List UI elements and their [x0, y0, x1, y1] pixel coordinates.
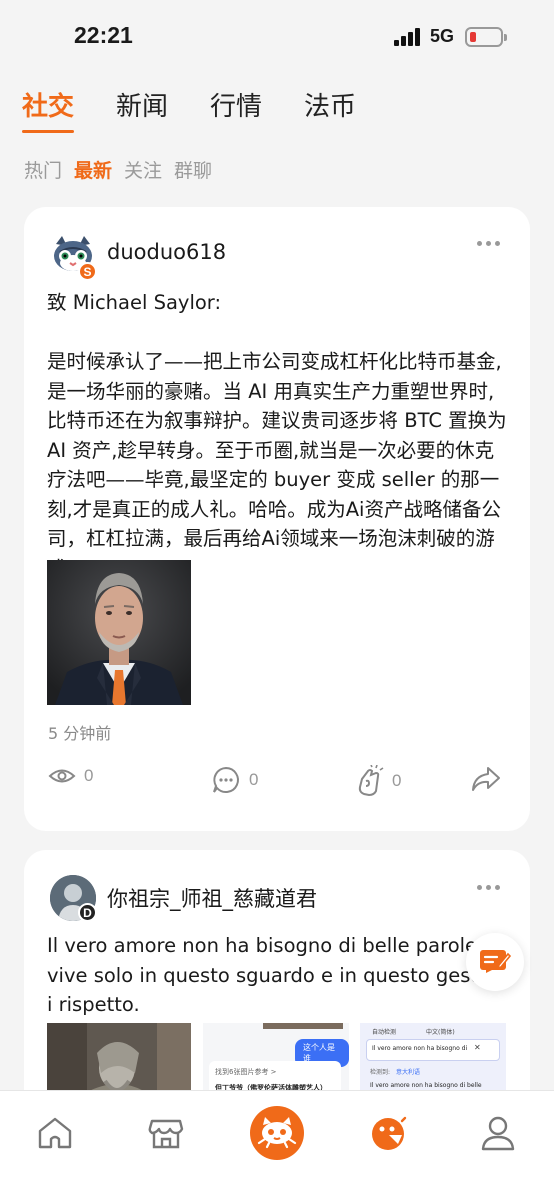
- battery-icon: [465, 27, 507, 47]
- more-options-icon[interactable]: [477, 241, 500, 246]
- subtab-group-chat[interactable]: 群聊: [174, 156, 212, 183]
- portrait-image: [47, 560, 191, 705]
- subtab-following[interactable]: 关注: [124, 156, 162, 183]
- post-username[interactable]: 你祖宗_师祖_慈藏道君: [107, 883, 317, 913]
- subtab-hot[interactable]: 热门: [24, 156, 62, 183]
- status-time: 22:21: [74, 22, 133, 48]
- comment-button[interactable]: 0: [211, 765, 258, 795]
- subtab-latest[interactable]: 最新: [74, 156, 112, 183]
- market-icon: [148, 1119, 184, 1149]
- comment-icon: [213, 766, 239, 793]
- post-content: Il vero amore non ha bisogno di belle pa…: [47, 934, 509, 1016]
- tab-market[interactable]: 行情: [210, 86, 262, 133]
- status-bar: 22:21 5G: [0, 0, 554, 76]
- applause-icon: [358, 765, 384, 797]
- nav-market[interactable]: [134, 1101, 198, 1165]
- view-count: 0: [48, 765, 93, 787]
- nav-profile[interactable]: [466, 1101, 530, 1165]
- post-content: 致 Michael Saylor: 是时候承认了——把上市公司变成杠杆化比特币基…: [47, 291, 507, 580]
- nav-discover[interactable]: [357, 1101, 421, 1165]
- tab-fiat[interactable]: 法币: [304, 86, 356, 133]
- nav-home[interactable]: [23, 1101, 87, 1165]
- like-button[interactable]: 0: [354, 765, 401, 797]
- network-type: 5G: [430, 26, 455, 46]
- compose-post-button[interactable]: [466, 933, 524, 991]
- avatar-badge: D: [78, 903, 97, 922]
- share-icon: [472, 767, 500, 791]
- more-options-icon[interactable]: [477, 885, 500, 890]
- close-icon[interactable]: ✕: [474, 1043, 481, 1052]
- tab-social[interactable]: 社交: [22, 86, 75, 133]
- discover-icon: [372, 1116, 407, 1150]
- profile-icon: [481, 1116, 515, 1151]
- view-count-value: 0: [84, 766, 94, 785]
- translate-detected-lang: 意大利语: [396, 1069, 421, 1076]
- bottom-nav: [0, 1090, 554, 1200]
- post-image[interactable]: [47, 560, 191, 705]
- comment-count: 0: [249, 770, 259, 789]
- post-card[interactable]: S duoduo618 致 Michael Saylor: 是时候承认了——把上…: [24, 207, 530, 831]
- tab-news[interactable]: 新闻: [116, 86, 168, 133]
- avatar-badge: S: [78, 262, 97, 281]
- edit-note-icon: [480, 950, 512, 973]
- post-actions: 0 0 0: [48, 765, 508, 805]
- eye-icon: [48, 769, 76, 783]
- translate-source-lang: 自动检测: [372, 1029, 397, 1036]
- sub-tabs: 热门 最新 关注 群聊: [24, 156, 212, 183]
- search-hint: 找到6张图片参考 >: [215, 1068, 277, 1076]
- main-tabs: 社交 新闻 行情 法币: [22, 86, 356, 133]
- signal-icon: [394, 28, 422, 46]
- nav-social[interactable]: [245, 1101, 309, 1165]
- translate-target-lang: 中文(简体): [426, 1029, 455, 1036]
- like-count: 0: [392, 771, 402, 790]
- translate-detected-label: 检测到:: [370, 1069, 391, 1076]
- social-cat-icon: [250, 1106, 304, 1160]
- share-button[interactable]: [470, 765, 502, 793]
- home-icon: [38, 1117, 72, 1149]
- post-username[interactable]: duoduo618: [107, 240, 226, 264]
- translate-input: Il vero amore non ha bisogno di: [372, 1045, 468, 1052]
- post-timestamp: 5 分钟前: [48, 724, 112, 743]
